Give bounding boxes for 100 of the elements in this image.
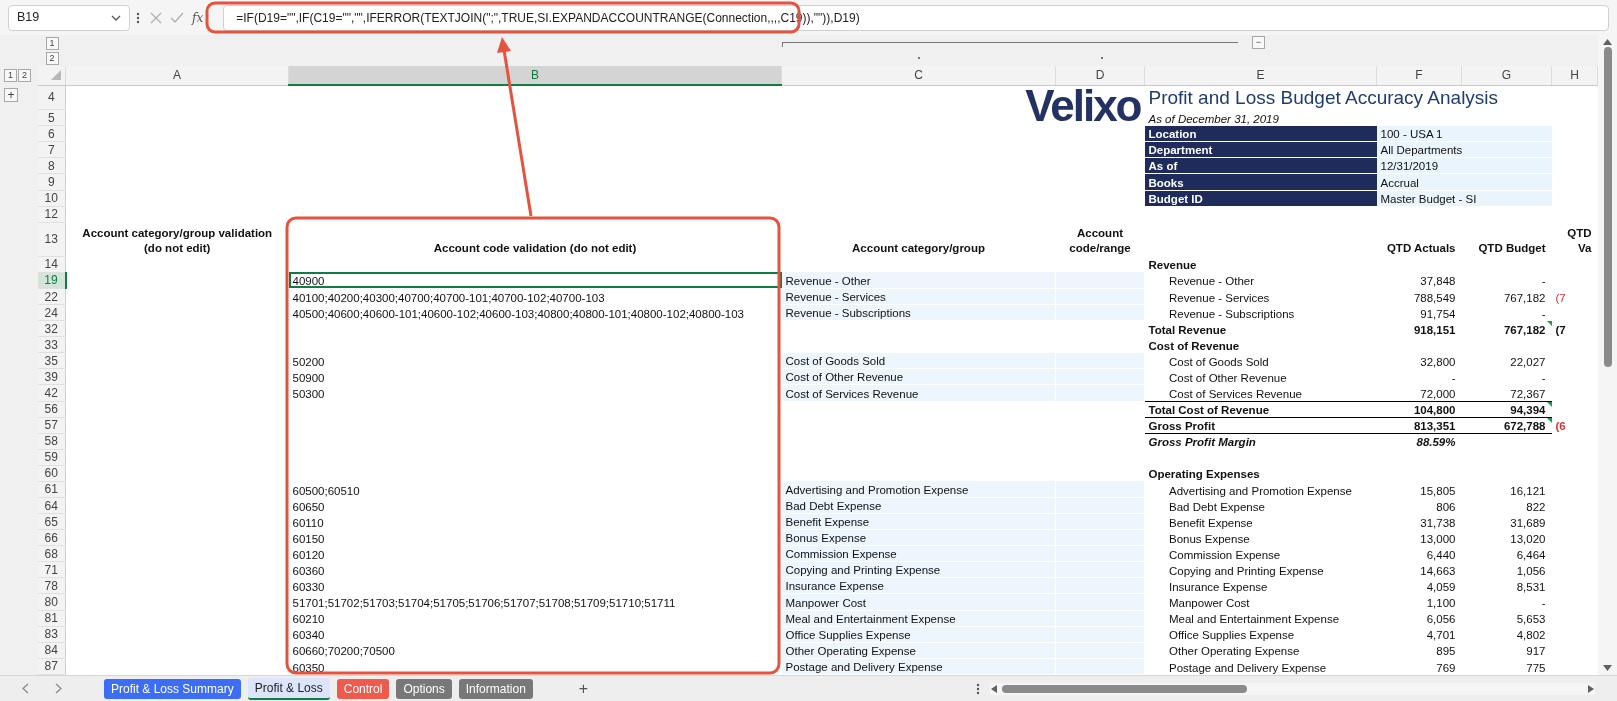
table-cell-text: 5,653 — [1515, 612, 1547, 627]
scroll-left-icon[interactable] — [991, 684, 997, 693]
scroll-down-icon[interactable] — [1603, 665, 1612, 671]
add-sheet-button[interactable]: + — [578, 676, 589, 701]
table-cell: Revenue - Subscriptions — [1144, 304, 1377, 321]
table-cell: Total Cost of Revenue — [1144, 401, 1377, 418]
table-cell: 60360 — [288, 561, 782, 578]
next-sheet-icon[interactable] — [55, 683, 62, 694]
table-cell: (6 — [1551, 417, 1598, 434]
table-cell: Advertising and Promotion Expense — [781, 481, 1056, 498]
table-cell-text: (7 — [1554, 290, 1567, 305]
outline-level-button[interactable]: 1 — [4, 69, 17, 82]
table-cell: 51701;51702;51703;51704;51705;51706;51707;51708;51709;51710;51711 — [288, 593, 782, 611]
error-indicator-icon[interactable] — [1546, 417, 1552, 423]
collapse-button[interactable]: − — [1252, 36, 1265, 49]
scroll-up-icon[interactable] — [1603, 39, 1612, 45]
name-box[interactable]: B19 — [8, 4, 130, 31]
table-cell-text: 788,549 — [1412, 290, 1457, 305]
horizontal-scrollbar[interactable] — [990, 682, 1595, 695]
scrollbar-thumb[interactable] — [1603, 47, 1612, 367]
sheet-tab[interactable]: Information — [458, 678, 533, 699]
select-all-icon[interactable] — [51, 70, 61, 81]
table-cell-text: 767,182 — [1502, 290, 1547, 305]
table-cell-text: 4,802 — [1515, 628, 1547, 643]
table-cell-text: 15,805 — [1419, 483, 1457, 498]
table-cell-text: 14,663 — [1419, 563, 1457, 578]
column-header[interactable]: A — [65, 66, 289, 85]
table-cell: Cost of Goods Sold — [1144, 352, 1377, 369]
column-header[interactable]: D — [1055, 66, 1145, 85]
column-header[interactable]: H — [1551, 66, 1598, 85]
table-cell-text: 4,059 — [1425, 579, 1457, 594]
table-cell: Advertising and Promotion Expense — [1144, 481, 1377, 498]
table-cell: 60330 — [288, 577, 782, 594]
table-cell-text: 1,100 — [1425, 596, 1457, 611]
table-cell-text: 31,689 — [1509, 515, 1547, 530]
table-cell: Bonus Expense — [1144, 529, 1377, 546]
table-cell: Revenue — [1144, 256, 1377, 273]
column-title: Account category/group validation (do not edit) — [65, 222, 289, 257]
active-cell[interactable]: 40900 — [288, 272, 782, 289]
column-header[interactable]: F — [1376, 66, 1462, 85]
outline-marker-icon — [1101, 57, 1103, 59]
table-cell: 50900 — [288, 368, 782, 385]
column-header[interactable]: G — [1461, 66, 1552, 85]
table-cell: Meal and Entertainment Expense — [1144, 610, 1377, 627]
cancel-icon[interactable] — [150, 11, 162, 24]
column-header[interactable]: B — [288, 66, 782, 85]
outline-level-button[interactable]: 2 — [45, 51, 59, 65]
column-header[interactable]: E — [1144, 66, 1377, 85]
table-cell-text: 917 — [1525, 644, 1547, 659]
table-cell-text: 775 — [1525, 660, 1547, 675]
table-cell: 88.59% — [1376, 433, 1462, 450]
table-cell: 813,351 — [1376, 417, 1462, 434]
table-cell-text: 31,738 — [1419, 515, 1457, 530]
table-cell: Copying and Printing Expense — [1144, 561, 1377, 578]
outline-level-button[interactable]: 1 — [45, 36, 59, 50]
column-title: Account category/group — [851, 241, 986, 257]
outline-level-button[interactable]: 2 — [18, 69, 31, 82]
table-cell: Commission Expense — [1144, 545, 1377, 562]
table-cell: 60150 — [288, 529, 782, 546]
table-cell-text: Total Revenue — [1147, 322, 1228, 337]
sheet-tab[interactable]: Profit & Loss — [247, 677, 330, 700]
table-cell: Cost of Services Revenue — [1144, 384, 1377, 402]
table-cell-text: 6,056 — [1425, 612, 1457, 627]
table-cell: Operating Expenses — [1144, 465, 1377, 482]
sheet-tab[interactable]: Options — [396, 678, 452, 699]
column-header[interactable]: C — [781, 66, 1056, 85]
table-cell: 672,788 — [1461, 417, 1552, 434]
scrollbar-thumb[interactable] — [1002, 684, 1247, 693]
table-cell: 767,182 — [1461, 320, 1552, 337]
table-cell: Office Supplies Expense — [1144, 626, 1377, 643]
table-cell: 60650 — [288, 497, 782, 514]
expand-button[interactable]: + — [4, 88, 18, 102]
table-cell: Bad Debt Expense — [1144, 497, 1377, 514]
sheet-tab[interactable]: Profit & Loss Summary — [104, 678, 241, 699]
table-cell-text: 6,440 — [1425, 547, 1457, 562]
check-icon[interactable] — [170, 11, 184, 24]
table-cell: 60120 — [288, 545, 782, 562]
table-cell: Other Operating Expense — [1144, 642, 1377, 659]
table-cell: Revenue - Services — [1144, 288, 1377, 305]
table-cell-text: 13,000 — [1419, 531, 1457, 546]
table-cell: 40100;40200;40300;40700;40700-101;40700-102;40700-103 — [288, 288, 782, 305]
report-subtitle: As of December 31, 2019 — [1144, 109, 1598, 126]
table-cell-text: - — [1540, 370, 1547, 385]
more-icon[interactable] — [976, 682, 980, 695]
previous-sheet-icon[interactable] — [22, 683, 29, 694]
table-cell: Gross Profit — [1144, 417, 1377, 434]
insert-function-button[interactable]: fx — [192, 8, 204, 27]
column-title: Account code validation (do not edit) — [432, 241, 638, 257]
table-cell-text: - — [1540, 596, 1547, 611]
more-icon[interactable] — [136, 11, 140, 24]
vertical-scrollbar[interactable] — [1598, 35, 1617, 675]
table-cell-text: 16,121 — [1509, 483, 1547, 498]
table-cell-text: 13,020 — [1509, 531, 1547, 546]
scroll-right-icon[interactable] — [1588, 684, 1594, 693]
table-cell-text: 32,800 — [1419, 354, 1457, 369]
error-indicator-icon[interactable] — [1546, 401, 1552, 407]
table-cell: Revenue - Other — [1144, 272, 1377, 289]
table-cell-text: 4,701 — [1425, 628, 1457, 643]
table-cell-text: 806 — [1435, 499, 1457, 514]
table-cell-text: 22,027 — [1509, 354, 1547, 369]
